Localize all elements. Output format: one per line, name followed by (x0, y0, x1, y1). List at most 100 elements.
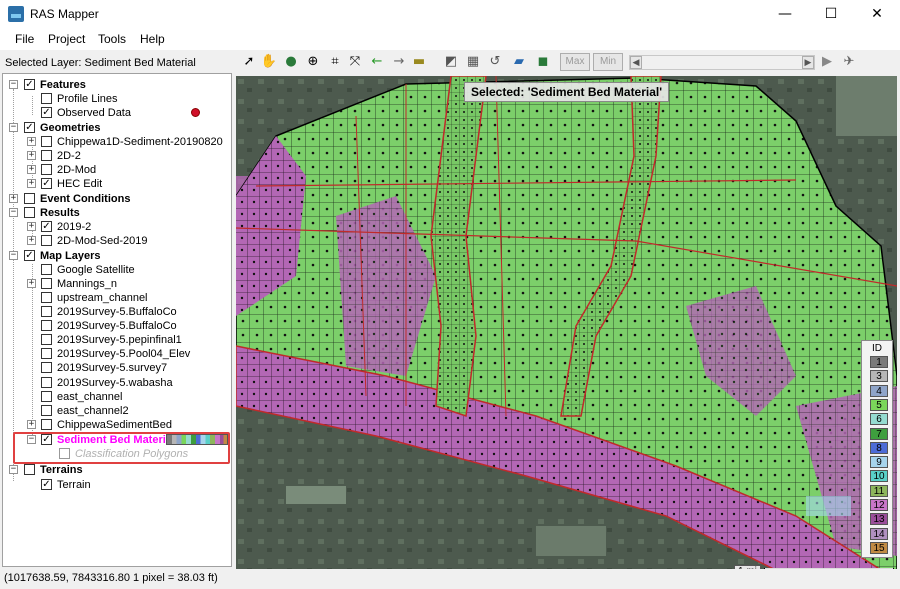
expand-icon[interactable]: + (27, 279, 36, 288)
map-layer-checkbox[interactable] (41, 348, 52, 359)
globe-icon[interactable]: ● (282, 53, 300, 71)
layer-tool-icon[interactable]: ▰ (510, 53, 528, 71)
minimize-button[interactable]: — (762, 0, 808, 28)
zoom-in-icon[interactable]: ⊕ (304, 53, 322, 71)
expand-icon[interactable]: + (27, 179, 36, 188)
geometry-4-checkbox[interactable]: ✓ (41, 178, 52, 189)
map-layer-checkbox[interactable] (41, 405, 52, 416)
tree-label: east_channel2 (57, 405, 129, 417)
profile-lines-checkbox[interactable] (41, 93, 52, 104)
collapse-icon[interactable]: − (9, 123, 18, 132)
tree-label: east_channel (57, 391, 123, 403)
map-layer-checkbox[interactable] (41, 419, 52, 430)
legend-entry: 15 (870, 541, 888, 554)
selected-layer-label: Selected Layer: Sediment Bed Material (5, 57, 196, 69)
forward-arrow-icon[interactable]: → (390, 53, 408, 71)
coordinate-readout: (1017638.59, 7843316.80 1 pixel = 38.03 … (4, 572, 218, 584)
expand-icon[interactable]: + (27, 420, 36, 429)
3d-view-icon[interactable]: ◼ (534, 53, 552, 71)
select-arrow-icon[interactable]: ➚ (240, 53, 258, 71)
profile-tool-icon[interactable]: ◩ (442, 53, 460, 71)
maximize-button[interactable]: ☐ (808, 0, 854, 28)
tree-label: 2019Survey-5.pepinfinal1 (57, 334, 182, 346)
tree-item-observed-data[interactable]: ✓ Observed Data (41, 106, 201, 120)
tree-label: 2019Survey-5.Pool04_Elev (57, 348, 191, 360)
expand-icon[interactable]: + (27, 151, 36, 160)
map-layers-checkbox[interactable]: ✓ (24, 250, 35, 261)
tree-label: Terrain (57, 479, 91, 491)
menu-help[interactable]: Help (140, 32, 165, 46)
observed-data-symbol-icon (191, 108, 200, 117)
observed-data-checkbox[interactable]: ✓ (41, 107, 52, 118)
tree-label: Features (40, 79, 86, 91)
map-legend: ID 1 3 4 5 6 7 8 9 10 11 12 13 14 15 (861, 340, 893, 558)
grid-tool-icon[interactable]: ▦ (464, 53, 482, 71)
tree-label: Chippewa1D-Sediment-20190820 (57, 136, 223, 148)
legend-entry: 5 (870, 398, 888, 411)
menu-tools[interactable]: Tools (98, 32, 126, 46)
map-layer-checkbox[interactable] (41, 377, 52, 388)
map-layer-checkbox[interactable] (41, 278, 52, 289)
geometries-checkbox[interactable]: ✓ (24, 122, 35, 133)
tree-label: 2019Survey-5.BuffaloCo (57, 320, 177, 332)
measure-icon[interactable]: ▬ (410, 53, 428, 71)
tree-label: Event Conditions (40, 193, 131, 205)
features-checkbox[interactable]: ✓ (24, 79, 35, 90)
map-layer-checkbox[interactable] (41, 306, 52, 317)
highlight-box (13, 432, 230, 464)
legend-entry: 12 (870, 499, 888, 511)
slider-right-icon[interactable]: ▶ (802, 56, 814, 69)
result-1-checkbox[interactable]: ✓ (41, 221, 52, 232)
time-slider[interactable]: ◀ ▶ (629, 55, 815, 70)
tree-label: 2D-2 (57, 150, 81, 162)
menu-file[interactable]: File (15, 32, 34, 46)
geometry-3-checkbox[interactable] (41, 164, 52, 175)
collapse-icon[interactable]: − (9, 251, 18, 260)
animation-icon[interactable]: ✈ (840, 53, 858, 71)
pan-hand-icon[interactable]: ✋ (260, 53, 278, 71)
map-layer-checkbox[interactable] (41, 320, 52, 331)
geometry-2-checkbox[interactable] (41, 150, 52, 161)
terrain-checkbox[interactable]: ✓ (41, 479, 52, 490)
tree-label: Results (40, 207, 80, 219)
identify-tool-icon[interactable]: ↺ (486, 53, 504, 71)
expand-icon[interactable]: + (27, 222, 36, 231)
terrains-checkbox[interactable] (24, 464, 35, 475)
menu-project[interactable]: Project (48, 32, 85, 46)
map-layer-checkbox[interactable] (41, 334, 52, 345)
results-checkbox[interactable] (24, 207, 35, 218)
collapse-icon[interactable]: − (9, 208, 18, 217)
map-layer-checkbox[interactable] (41, 391, 52, 402)
tree-label: ChippewaSedimentBed (57, 419, 172, 431)
tree-label: Mannings_n (57, 278, 117, 290)
map-layer-checkbox[interactable] (41, 362, 52, 373)
min-button[interactable]: Min (593, 53, 623, 71)
legend-entry: 8 (870, 441, 888, 454)
legend-entry: 11 (870, 484, 888, 497)
legend-entry: 13 (870, 513, 888, 526)
max-button[interactable]: Max (560, 53, 590, 71)
back-arrow-icon[interactable]: ← (368, 53, 386, 71)
event-conditions-checkbox[interactable] (24, 193, 35, 204)
collapse-icon[interactable]: − (9, 465, 18, 474)
geometry-1-checkbox[interactable] (41, 136, 52, 147)
result-2-checkbox[interactable] (41, 235, 52, 246)
expand-icon[interactable]: + (27, 236, 36, 245)
zoom-full-extent-icon[interactable]: ⌗ (326, 53, 344, 71)
expand-icon[interactable]: + (9, 194, 18, 203)
expand-icon[interactable]: + (27, 165, 36, 174)
close-button[interactable]: ✕ (854, 0, 900, 28)
legend-entry: 7 (870, 427, 888, 440)
tree-label: Observed Data (57, 107, 131, 119)
tree-label: Profile Lines (57, 93, 118, 105)
map-view[interactable]: Selected: 'Sediment Bed Material' ID 134… (236, 76, 897, 580)
collapse-icon[interactable]: − (9, 80, 18, 89)
zoom-layer-extent-icon[interactable]: ⤧ (346, 53, 364, 71)
legend-entry: 14 (870, 527, 888, 540)
slider-left-icon[interactable]: ◀ (630, 56, 642, 69)
expand-icon[interactable]: + (27, 137, 36, 146)
map-layer-checkbox[interactable] (41, 292, 52, 303)
map-layer-checkbox[interactable] (41, 264, 52, 275)
play-icon[interactable]: ▶ (818, 53, 836, 71)
layer-tree[interactable]: − ✓ Features Profile Lines ✓ Observed Da… (2, 73, 232, 567)
